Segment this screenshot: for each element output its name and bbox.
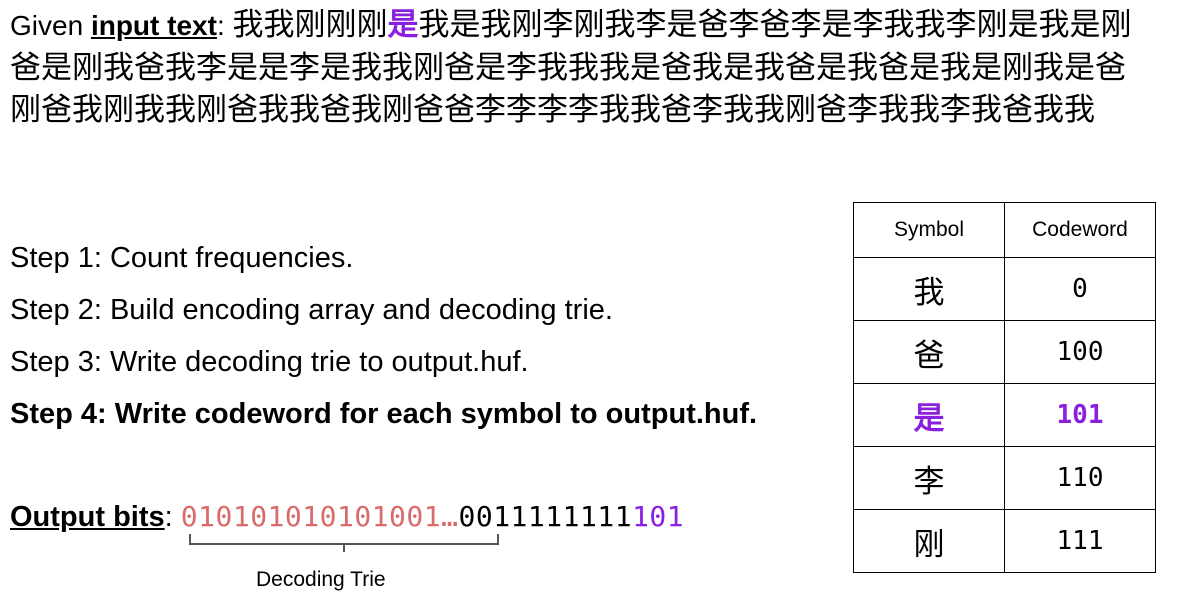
codeword-cell: 110 bbox=[1004, 446, 1156, 510]
table-row: 爸 100 bbox=[853, 320, 1156, 384]
symbol-cell: 李 bbox=[853, 446, 1005, 510]
codeword-header: Codeword bbox=[1004, 202, 1156, 258]
decoding-trie-label: Decoding Trie bbox=[256, 568, 386, 591]
symbol-cell: 刚 bbox=[853, 509, 1005, 573]
symbol-header: Symbol bbox=[853, 202, 1005, 258]
symbol-cell: 我 bbox=[853, 257, 1005, 321]
codeword-cell: 101 bbox=[1004, 383, 1156, 447]
table-row: 我 0 bbox=[853, 257, 1156, 321]
table-row: 李 110 bbox=[853, 446, 1156, 510]
last-bits: 101 bbox=[632, 500, 685, 533]
step-4: Step 4: Write codeword for each symbol t… bbox=[10, 398, 758, 430]
output-bits-line: Output bits: 010101010101001…00111111111… bbox=[10, 500, 684, 534]
given-colon: : bbox=[216, 10, 233, 41]
decoding-trie-brace bbox=[189, 534, 499, 552]
step-2: Step 2: Build encoding array and decodin… bbox=[10, 294, 613, 326]
trie-bits: 010101010101001… bbox=[180, 500, 459, 533]
input-text-highlight: 是 bbox=[387, 7, 419, 42]
given-input-text: Given input text: 我我刚刚刚是我是我刚李刚我李是爸李爸李是李我… bbox=[10, 4, 1135, 131]
output-bits-label: Output bits bbox=[10, 501, 165, 533]
codeword-cell: 100 bbox=[1004, 320, 1156, 384]
codeword-table: Symbol Codeword 我 0 爸 100 是 101 李 110 刚 … bbox=[853, 202, 1156, 573]
steps-list: Step 1: Count frequencies. Step 2: Build… bbox=[10, 240, 757, 448]
codeword-cell: 0 bbox=[1004, 257, 1156, 321]
step-3: Step 3: Write decoding trie to output.hu… bbox=[10, 346, 529, 378]
table-row-highlighted: 是 101 bbox=[853, 383, 1156, 447]
symbol-cell: 爸 bbox=[853, 320, 1005, 384]
given-prefix: Given bbox=[10, 10, 91, 41]
middle-bits: 0011111111 bbox=[458, 500, 633, 533]
table-header-row: Symbol Codeword bbox=[853, 202, 1156, 258]
input-text-before-highlight: 我我刚刚刚 bbox=[232, 7, 388, 42]
codeword-cell: 111 bbox=[1004, 509, 1156, 573]
input-text-label: input text bbox=[90, 10, 217, 41]
symbol-cell: 是 bbox=[853, 383, 1005, 447]
output-bits-colon: : bbox=[164, 501, 181, 533]
step-1: Step 1: Count frequencies. bbox=[10, 242, 354, 274]
table-row: 刚 111 bbox=[853, 509, 1156, 573]
